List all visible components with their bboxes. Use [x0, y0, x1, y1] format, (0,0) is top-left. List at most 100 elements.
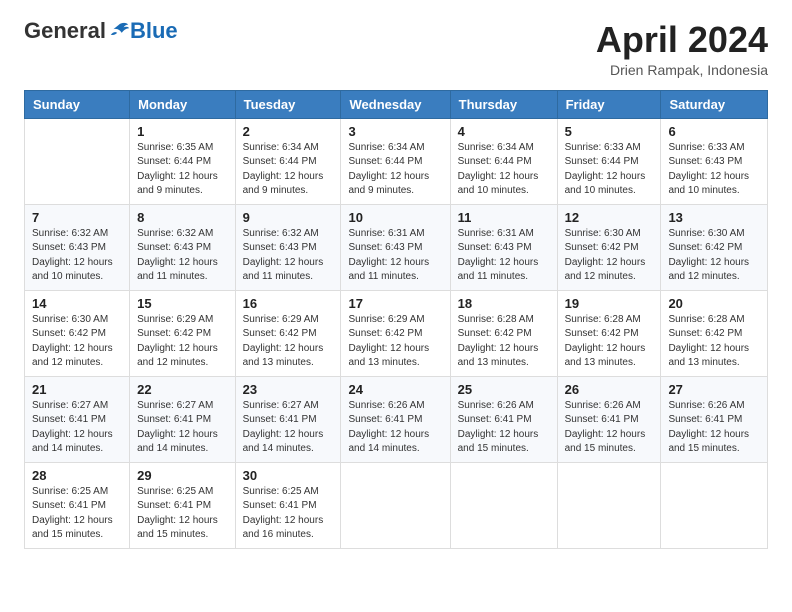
month-title: April 2024	[596, 20, 768, 60]
calendar-cell: 15 Sunrise: 6:29 AMSunset: 6:42 PMDayligh…	[130, 290, 235, 376]
calendar-cell: 1 Sunrise: 6:35 AMSunset: 6:44 PMDaylight…	[130, 118, 235, 204]
cell-info: Sunrise: 6:28 AMSunset: 6:42 PMDaylight:…	[458, 313, 550, 371]
day-number: 30	[243, 468, 334, 483]
calendar-cell: 16Sunrise: 6:29 AMSunset: 6:42 PMDayligh…	[235, 290, 341, 376]
day-number: 28	[32, 468, 122, 483]
calendar-cell: 12 Sunrise: 6:30 AMSunset: 6:42 PMDayligh…	[557, 204, 661, 290]
calendar-cell	[341, 462, 450, 548]
day-number: 25	[458, 382, 550, 397]
calendar-cell: 13 Sunrise: 6:30 AMSunset: 6:42 PMDayligh…	[661, 204, 768, 290]
calendar-week-row: 21 Sunrise: 6:27 AMSunset: 6:41 PMDayligh…	[25, 376, 768, 462]
calendar-cell: 9Sunrise: 6:32 AMSunset: 6:43 PMDaylight…	[235, 204, 341, 290]
calendar-cell: 27 Sunrise: 6:26 AMSunset: 6:41 PMDayligh…	[661, 376, 768, 462]
weekday-header-thursday: Thursday	[450, 90, 557, 118]
logo-general-text: General	[24, 20, 106, 42]
day-number: 29	[137, 468, 227, 483]
calendar-cell: 8Sunrise: 6:32 AMSunset: 6:43 PMDaylight…	[130, 204, 235, 290]
day-number: 22	[137, 382, 227, 397]
cell-info: Sunrise: 6:27 AMSunset: 6:41 PMDaylight:…	[137, 399, 227, 457]
calendar-week-row: 1 Sunrise: 6:35 AMSunset: 6:44 PMDaylight…	[25, 118, 768, 204]
day-number: 20	[668, 296, 760, 311]
weekday-header-row: SundayMondayTuesdayWednesdayThursdayFrid…	[25, 90, 768, 118]
calendar-cell: 28Sunrise: 6:25 AMSunset: 6:41 PMDayligh…	[25, 462, 130, 548]
cell-info: Sunrise: 6:29 AMSunset: 6:42 PMDaylight:…	[243, 313, 334, 371]
cell-info: Sunrise: 6:25 AMSunset: 6:41 PMDaylight:…	[243, 485, 334, 543]
calendar-cell: 17Sunrise: 6:29 AMSunset: 6:42 PMDayligh…	[341, 290, 450, 376]
calendar-cell: 29 Sunrise: 6:25 AMSunset: 6:41 PMDayligh…	[130, 462, 235, 548]
title-area: April 2024 Drien Rampak, Indonesia	[596, 20, 768, 78]
calendar-cell: 7 Sunrise: 6:32 AMSunset: 6:43 PMDaylight…	[25, 204, 130, 290]
calendar-cell: 3 Sunrise: 6:34 AMSunset: 6:44 PMDaylight…	[341, 118, 450, 204]
calendar-cell: 11 Sunrise: 6:31 AMSunset: 6:43 PMDayligh…	[450, 204, 557, 290]
calendar-cell: 6 Sunrise: 6:33 AMSunset: 6:43 PMDaylight…	[661, 118, 768, 204]
day-number: 2	[243, 124, 334, 139]
cell-info: Sunrise: 6:28 AMSunset: 6:42 PMDaylight:…	[565, 313, 654, 371]
calendar-week-row: 28 Sunrise: 6:25 AMSunset: 6:41 PMDayligh…	[25, 462, 768, 548]
day-number: 19	[565, 296, 654, 311]
cell-info: Sunrise: 6:31 AMSunset: 6:43 PMDaylight:…	[348, 227, 442, 285]
calendar-cell: 25 Sunrise: 6:26 AMSunset: 6:41 PMDayligh…	[450, 376, 557, 462]
day-number: 14	[32, 296, 122, 311]
logo-blue-text: Blue	[130, 20, 178, 42]
cell-info: Sunrise: 6:32 AMSunset: 6:43 PMDaylight:…	[137, 227, 227, 285]
cell-info: Sunrise: 6:33 AMSunset: 6:44 PMDaylight:…	[565, 141, 654, 199]
calendar-cell: 30 Sunrise: 6:25 AMSunset: 6:41 PMDayligh…	[235, 462, 341, 548]
weekday-header-friday: Friday	[557, 90, 661, 118]
day-number: 3	[348, 124, 442, 139]
calendar-cell: 19 Sunrise: 6:28 AMSunset: 6:42 PMDayligh…	[557, 290, 661, 376]
calendar-cell	[25, 118, 130, 204]
calendar-cell	[450, 462, 557, 548]
calendar-cell: 10 Sunrise: 6:31 AMSunset: 6:43 PMDayligh…	[341, 204, 450, 290]
day-number: 24	[348, 382, 442, 397]
day-number: 21	[32, 382, 122, 397]
cell-info: Sunrise: 6:31 AMSunset: 6:43 PMDaylight:…	[458, 227, 550, 285]
calendar-cell: 14 Sunrise: 6:30 AMSunset: 6:42 PMDayligh…	[25, 290, 130, 376]
cell-info: Sunrise: 6:26 AMSunset: 6:41 PMDaylight:…	[458, 399, 550, 457]
weekday-header-wednesday: Wednesday	[341, 90, 450, 118]
weekday-header-monday: Monday	[130, 90, 235, 118]
calendar-cell: 4Sunrise: 6:34 AMSunset: 6:44 PMDaylight…	[450, 118, 557, 204]
cell-info: Sunrise: 6:29 AMSunset: 6:42 PMDaylight:…	[137, 313, 227, 371]
calendar-cell: 24 Sunrise: 6:26 AMSunset: 6:41 PMDayligh…	[341, 376, 450, 462]
cell-info: Sunrise: 6:34 AMSunset: 6:44 PMDaylight:…	[348, 141, 442, 199]
cell-info: Sunrise: 6:35 AMSunset: 6:44 PMDaylight:…	[137, 141, 227, 199]
day-number: 12	[565, 210, 654, 225]
calendar-cell: 21 Sunrise: 6:27 AMSunset: 6:41 PMDayligh…	[25, 376, 130, 462]
cell-info: Sunrise: 6:32 AMSunset: 6:43 PMDaylight:…	[32, 227, 122, 285]
day-number: 15	[137, 296, 227, 311]
day-number: 13	[668, 210, 760, 225]
day-number: 6	[668, 124, 760, 139]
day-number: 7	[32, 210, 122, 225]
cell-info: Sunrise: 6:25 AMSunset: 6:41 PMDaylight:…	[137, 485, 227, 543]
weekday-header-saturday: Saturday	[661, 90, 768, 118]
day-number: 18	[458, 296, 550, 311]
calendar-cell	[661, 462, 768, 548]
cell-info: Sunrise: 6:32 AMSunset: 6:43 PMDaylight:…	[243, 227, 334, 285]
calendar-cell: 20 Sunrise: 6:28 AMSunset: 6:42 PMDayligh…	[661, 290, 768, 376]
cell-info: Sunrise: 6:27 AMSunset: 6:41 PMDaylight:…	[32, 399, 122, 457]
cell-info: Sunrise: 6:26 AMSunset: 6:41 PMDaylight:…	[668, 399, 760, 457]
cell-info: Sunrise: 6:34 AMSunset: 6:44 PMDaylight:…	[458, 141, 550, 199]
calendar-cell: 18 Sunrise: 6:28 AMSunset: 6:42 PMDayligh…	[450, 290, 557, 376]
calendar-cell: 5Sunrise: 6:33 AMSunset: 6:44 PMDaylight…	[557, 118, 661, 204]
calendar-table: SundayMondayTuesdayWednesdayThursdayFrid…	[24, 90, 768, 549]
cell-info: Sunrise: 6:26 AMSunset: 6:41 PMDaylight:…	[348, 399, 442, 457]
cell-info: Sunrise: 6:27 AMSunset: 6:41 PMDaylight:…	[243, 399, 334, 457]
day-number: 23	[243, 382, 334, 397]
day-number: 27	[668, 382, 760, 397]
calendar-week-row: 7 Sunrise: 6:32 AMSunset: 6:43 PMDaylight…	[25, 204, 768, 290]
logo-bird-icon	[108, 20, 130, 42]
cell-info: Sunrise: 6:30 AMSunset: 6:42 PMDaylight:…	[668, 227, 760, 285]
cell-info: Sunrise: 6:33 AMSunset: 6:43 PMDaylight:…	[668, 141, 760, 199]
calendar-cell	[557, 462, 661, 548]
cell-info: Sunrise: 6:26 AMSunset: 6:41 PMDaylight:…	[565, 399, 654, 457]
day-number: 11	[458, 210, 550, 225]
calendar-cell: 23 Sunrise: 6:27 AMSunset: 6:41 PMDayligh…	[235, 376, 341, 462]
day-number: 10	[348, 210, 442, 225]
cell-info: Sunrise: 6:28 AMSunset: 6:42 PMDaylight:…	[668, 313, 760, 371]
day-number: 1	[137, 124, 227, 139]
calendar-week-row: 14 Sunrise: 6:30 AMSunset: 6:42 PMDayligh…	[25, 290, 768, 376]
cell-info: Sunrise: 6:30 AMSunset: 6:42 PMDaylight:…	[565, 227, 654, 285]
cell-info: Sunrise: 6:30 AMSunset: 6:42 PMDaylight:…	[32, 313, 122, 371]
calendar-cell: 22 Sunrise: 6:27 AMSunset: 6:41 PMDayligh…	[130, 376, 235, 462]
